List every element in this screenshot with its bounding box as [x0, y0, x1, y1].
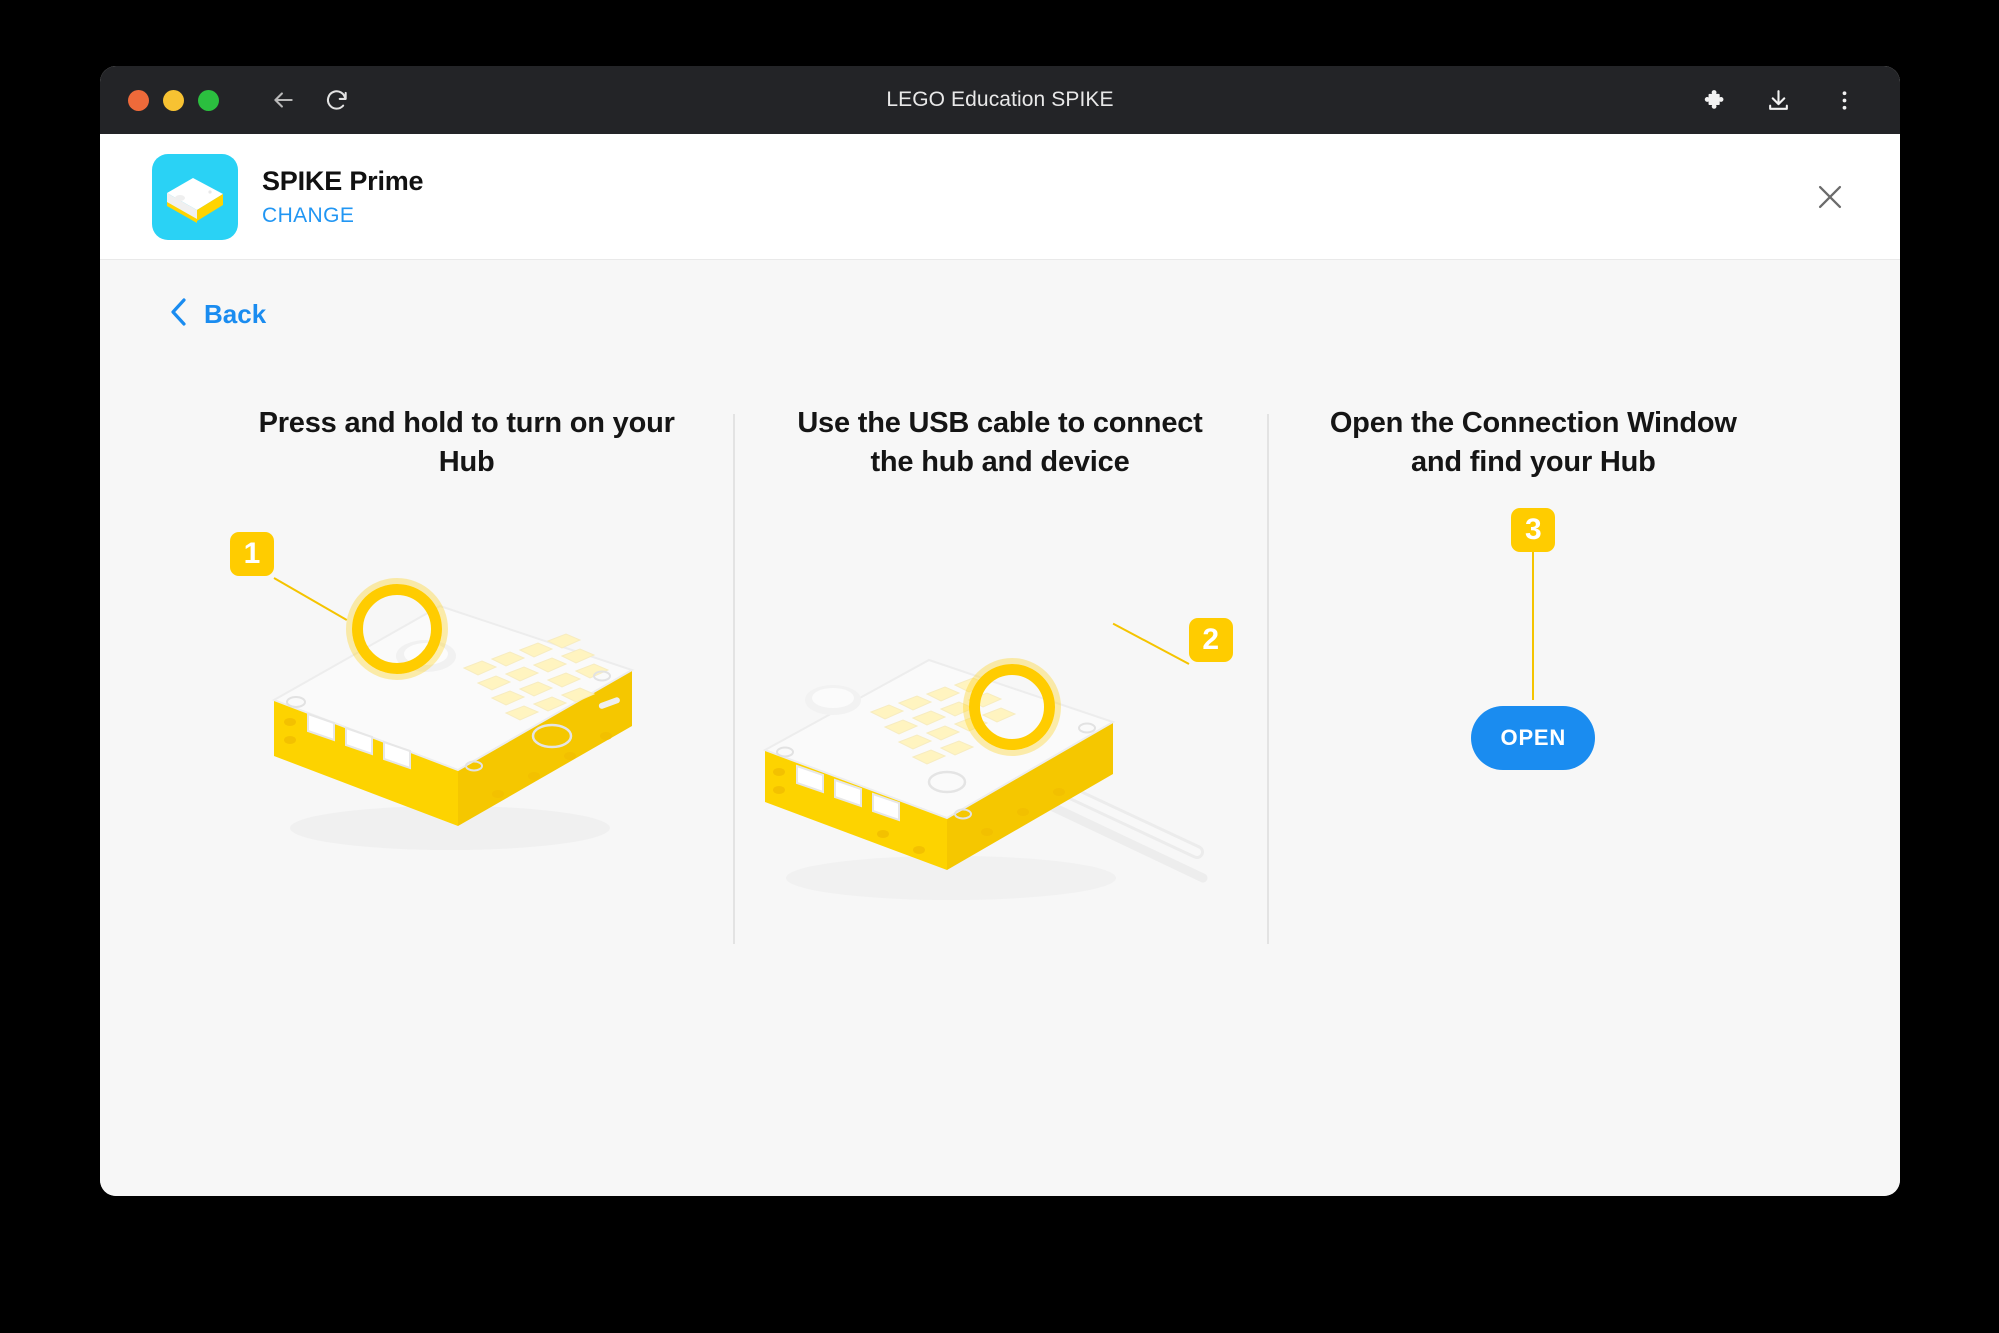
- traffic-light-group: [128, 89, 219, 111]
- back-button[interactable]: Back: [100, 260, 266, 333]
- step-3-leader-line: [1532, 552, 1535, 701]
- window-close-button[interactable]: [128, 89, 149, 111]
- window-maximize-button[interactable]: [198, 89, 219, 111]
- step-2-illustration: 2: [757, 506, 1242, 906]
- spike-prime-hub-icon: [152, 153, 238, 240]
- step-1-title: Press and hold to turn on your Hub: [258, 407, 675, 479]
- step-3: Open the Connection Window and find your…: [1266, 404, 1800, 964]
- browser-window: LEGO Education SPIKE SPIKE Prime CHANGE …: [100, 66, 1900, 1196]
- app-header-text: SPIKE Prime CHANGE: [262, 165, 424, 228]
- step-2: Use the USB cable to connect the hub and…: [733, 404, 1266, 964]
- open-connection-window-button[interactable]: OPEN: [1471, 706, 1596, 771]
- step-1-badge: 1: [230, 532, 274, 577]
- step-3-illustration: 3 OPEN: [1291, 506, 1776, 906]
- page-title: SPIKE Prime: [262, 165, 424, 196]
- window-minimize-button[interactable]: [163, 89, 184, 111]
- step-2-title: Use the USB cable to connect the hub and…: [797, 407, 1203, 479]
- step-2-highlight-ring: [963, 658, 1062, 757]
- reload-icon[interactable]: [315, 78, 359, 122]
- step-3-badge: 3: [1511, 508, 1556, 553]
- more-menu-icon[interactable]: [1824, 80, 1864, 120]
- change-device-link[interactable]: CHANGE: [262, 204, 423, 228]
- steps-container: Press and hold to turn on your Hub 1 Use…: [200, 404, 1800, 964]
- extensions-puzzle-icon[interactable]: [1692, 80, 1732, 120]
- step-1: Press and hold to turn on your Hub 1: [200, 404, 733, 964]
- close-icon[interactable]: [1808, 175, 1852, 219]
- browser-nav-buttons: [261, 78, 359, 122]
- step-1-illustration: 1: [224, 506, 709, 906]
- desktop-background: LEGO Education SPIKE SPIKE Prime CHANGE …: [0, 0, 1999, 1333]
- window-title: LEGO Education SPIKE: [886, 88, 1114, 111]
- download-icon[interactable]: [1758, 80, 1798, 120]
- step-2-badge: 2: [1188, 618, 1233, 663]
- chevron-left-icon: [168, 296, 190, 333]
- app-body: Back Press and hold to turn on your Hub …: [100, 260, 1900, 1196]
- back-button-label: Back: [204, 299, 267, 329]
- app-header: SPIKE Prime CHANGE: [100, 134, 1900, 260]
- browser-titlebar: LEGO Education SPIKE: [100, 66, 1900, 134]
- browser-toolbar-right: [1692, 80, 1864, 120]
- back-arrow-icon[interactable]: [261, 78, 305, 122]
- step-3-title: Open the Connection Window and find your…: [1329, 407, 1737, 479]
- step-1-highlight-ring: [346, 578, 448, 681]
